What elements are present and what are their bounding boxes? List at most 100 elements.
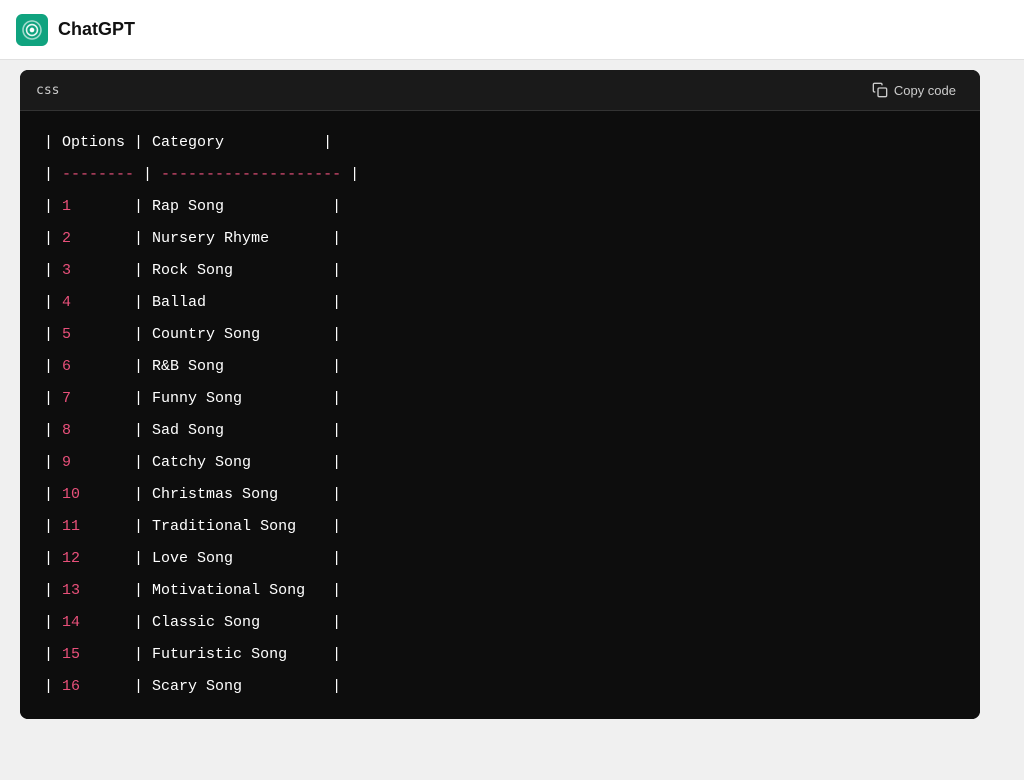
row-number: 7 bbox=[62, 383, 134, 415]
row-number: 11 bbox=[62, 511, 134, 543]
table-row: | 5 | Country Song | bbox=[44, 319, 956, 351]
row-number: 2 bbox=[62, 223, 134, 255]
table-rows: | 1 | Rap Song || 2 | Nursery Rhyme || 3… bbox=[44, 191, 956, 703]
pipe: | bbox=[44, 639, 62, 671]
pipe: | bbox=[44, 223, 62, 255]
pipe: | bbox=[134, 639, 152, 671]
pipe: | bbox=[134, 671, 152, 703]
pipe: | bbox=[134, 191, 152, 223]
pipe: | bbox=[332, 383, 341, 415]
table-row: | 11 | Traditional Song | bbox=[44, 511, 956, 543]
table-header-row: | Options | Category | bbox=[44, 127, 956, 159]
row-category: Catchy Song bbox=[152, 447, 332, 479]
row-number: 10 bbox=[62, 479, 134, 511]
row-number: 14 bbox=[62, 607, 134, 639]
chatgpt-logo bbox=[16, 14, 48, 46]
pipe: | bbox=[44, 415, 62, 447]
pipe: | bbox=[44, 447, 62, 479]
table-row: | 13 | Motivational Song | bbox=[44, 575, 956, 607]
row-category: Love Song bbox=[152, 543, 332, 575]
pipe: | bbox=[332, 671, 341, 703]
code-block: css Copy code | Options | Category | bbox=[20, 70, 980, 719]
row-category: Funny Song bbox=[152, 383, 332, 415]
pipe: | bbox=[44, 543, 62, 575]
row-number: 3 bbox=[62, 255, 134, 287]
table-row: | 7 | Funny Song | bbox=[44, 383, 956, 415]
table-row: | 1 | Rap Song | bbox=[44, 191, 956, 223]
pipe: | bbox=[134, 319, 152, 351]
pipe: | bbox=[332, 575, 341, 607]
row-category: R&B Song bbox=[152, 351, 332, 383]
pipe: | bbox=[134, 479, 152, 511]
pipe: | bbox=[44, 287, 62, 319]
copy-code-button[interactable]: Copy code bbox=[864, 78, 964, 102]
row-category: Ballad bbox=[152, 287, 332, 319]
row-number: 16 bbox=[62, 671, 134, 703]
pipe: | bbox=[44, 575, 62, 607]
table-row: | 16 | Scary Song | bbox=[44, 671, 956, 703]
pipe: | bbox=[44, 479, 62, 511]
pipe: | bbox=[44, 383, 62, 415]
pipe: | bbox=[44, 319, 62, 351]
pipe: | bbox=[332, 511, 341, 543]
row-category: Rap Song bbox=[152, 191, 332, 223]
pipe: | bbox=[332, 415, 341, 447]
row-category: Motivational Song bbox=[152, 575, 332, 607]
pipe: | bbox=[134, 415, 152, 447]
table-separator-row: | -------- | -------------------- | bbox=[44, 159, 956, 191]
row-number: 13 bbox=[62, 575, 134, 607]
row-category: Christmas Song bbox=[152, 479, 332, 511]
pipe: | bbox=[134, 511, 152, 543]
pipe: | bbox=[332, 447, 341, 479]
table-row: | 14 | Classic Song | bbox=[44, 607, 956, 639]
pipe: | bbox=[44, 671, 62, 703]
pipe: | bbox=[44, 511, 62, 543]
pipe: | bbox=[332, 255, 341, 287]
pipe: | bbox=[134, 223, 152, 255]
pipe: | bbox=[332, 223, 341, 255]
row-category: Scary Song bbox=[152, 671, 332, 703]
pipe: | bbox=[134, 255, 152, 287]
row-category: Traditional Song bbox=[152, 511, 332, 543]
code-language: css bbox=[36, 83, 59, 98]
row-number: 9 bbox=[62, 447, 134, 479]
row-category: Nursery Rhyme bbox=[152, 223, 332, 255]
row-number: 15 bbox=[62, 639, 134, 671]
pipe: | bbox=[332, 351, 341, 383]
pipe: | bbox=[134, 351, 152, 383]
pipe: | bbox=[332, 287, 341, 319]
pipe: | bbox=[332, 543, 341, 575]
table-row: | 12 | Love Song | bbox=[44, 543, 956, 575]
table-row: | 2 | Nursery Rhyme | bbox=[44, 223, 956, 255]
row-number: 8 bbox=[62, 415, 134, 447]
table-row: | 3 | Rock Song | bbox=[44, 255, 956, 287]
pipe: | bbox=[134, 287, 152, 319]
app-title: ChatGPT bbox=[58, 19, 135, 40]
pipe: | bbox=[134, 447, 152, 479]
col2-header: Category bbox=[152, 127, 224, 159]
table-row: | 9 | Catchy Song | bbox=[44, 447, 956, 479]
row-category: Rock Song bbox=[152, 255, 332, 287]
pipe: | bbox=[332, 607, 341, 639]
pipe: | bbox=[44, 351, 62, 383]
pipe: | bbox=[44, 255, 62, 287]
row-category: Futuristic Song bbox=[152, 639, 332, 671]
col1-header: Options bbox=[62, 127, 125, 159]
row-category: Sad Song bbox=[152, 415, 332, 447]
table-row: | 8 | Sad Song | bbox=[44, 415, 956, 447]
row-category: Classic Song bbox=[152, 607, 332, 639]
pipe: | bbox=[44, 607, 62, 639]
table-row: | 6 | R&B Song | bbox=[44, 351, 956, 383]
row-number: 6 bbox=[62, 351, 134, 383]
pipe: | bbox=[332, 191, 341, 223]
titlebar: ChatGPT bbox=[0, 0, 1024, 60]
table-row: | 10 | Christmas Song | bbox=[44, 479, 956, 511]
table-row: | 15 | Futuristic Song | bbox=[44, 639, 956, 671]
row-number: 1 bbox=[62, 191, 134, 223]
pipe: | bbox=[332, 479, 341, 511]
code-header: css Copy code bbox=[20, 70, 980, 111]
pipe: | bbox=[134, 575, 152, 607]
copy-code-label: Copy code bbox=[894, 83, 956, 98]
row-category: Country Song bbox=[152, 319, 332, 351]
row-number: 5 bbox=[62, 319, 134, 351]
